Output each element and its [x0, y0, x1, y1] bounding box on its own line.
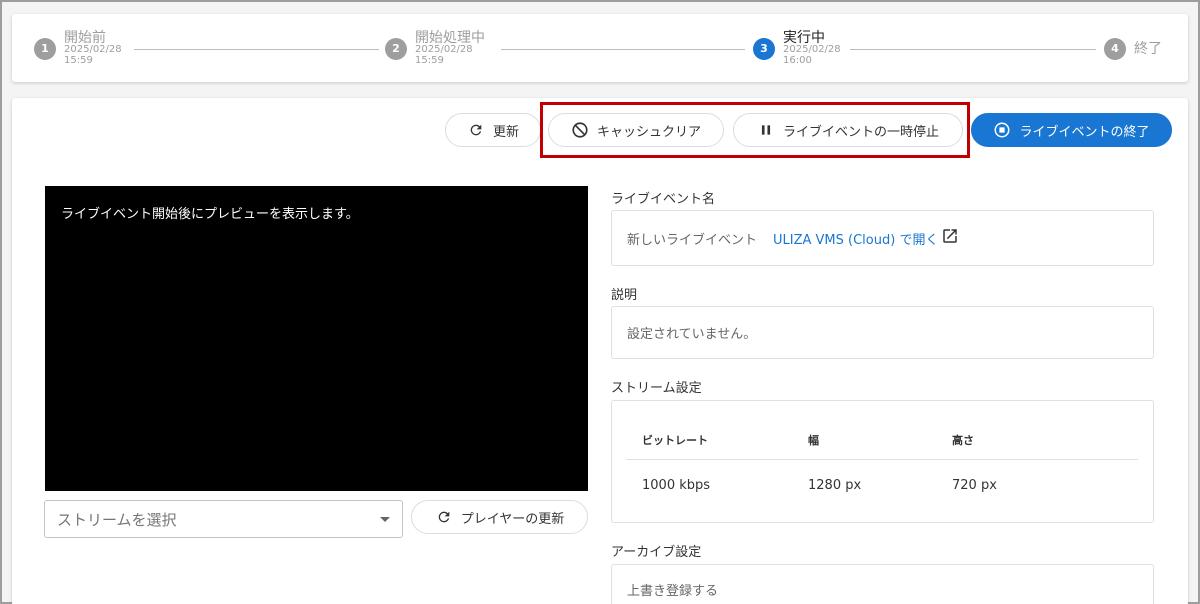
step-1-time: 15:59: [64, 55, 93, 66]
step-connector: [134, 49, 379, 50]
table-row: 1000 kbps 1280 px 720 px: [626, 460, 1138, 510]
step-4-label: 終了: [1134, 41, 1162, 57]
archive-settings-value: 上書き登録する: [627, 583, 719, 599]
progress-stepper: 1 開始前 2025/02/28 15:59 2 開始処理中 2025/02/2…: [12, 14, 1188, 82]
preview-message: ライブイベント開始後にプレビューを表示します。: [61, 207, 359, 222]
step-connector: [850, 49, 1096, 50]
stream-select-placeholder: ストリームを選択: [57, 510, 177, 529]
event-name-label: ライブイベント名: [611, 192, 716, 207]
description-value: 設定されていません。: [627, 327, 757, 342]
stream-settings-table: ビットレート 幅 高さ 1000 kbps 1280 px 720 px: [626, 420, 1138, 510]
open-in-vms-link-label: ULIZA VMS (Cloud) で開く: [773, 232, 939, 248]
step-4-number: 4: [1104, 38, 1126, 60]
player-refresh-button-label: プレイヤーの更新: [460, 511, 565, 527]
refresh-icon: [467, 121, 485, 139]
column-header-bitrate: ビットレート: [642, 433, 708, 447]
end-event-button-label: ライブイベントの終了: [1019, 124, 1150, 140]
end-event-button[interactable]: ライブイベントの終了: [971, 113, 1172, 147]
step-3-number: 3: [753, 38, 775, 60]
description-field: 設定されていません。: [611, 306, 1154, 359]
step-connector: [501, 49, 745, 50]
step-3-date: 2025/02/28: [783, 44, 841, 55]
highlight-annotation: [540, 102, 970, 158]
screenshot-frame: 1 開始前 2025/02/28 15:59 2 開始処理中 2025/02/2…: [0, 0, 1200, 604]
stream-select[interactable]: ストリームを選択: [44, 500, 403, 538]
cell-width: 1280 px: [808, 477, 862, 493]
cell-height: 720 px: [952, 477, 997, 493]
cell-bitrate: 1000 kbps: [642, 477, 711, 493]
chevron-down-icon: [380, 516, 390, 522]
step-2-date: 2025/02/28: [415, 44, 473, 55]
step-2-time: 15:59: [415, 55, 444, 66]
event-name-value: 新しいライブイベント: [627, 232, 758, 248]
open-in-new-icon: [941, 227, 959, 249]
stop-circle-icon: [993, 121, 1011, 139]
column-header-width: 幅: [808, 433, 819, 447]
archive-settings-field: 上書き登録する: [611, 564, 1154, 604]
step-2-number: 2: [385, 38, 407, 60]
event-name-field: 新しいライブイベント ULIZA VMS (Cloud) で開く: [611, 210, 1154, 266]
stream-settings-label: ストリーム設定: [611, 381, 702, 396]
player-refresh-button[interactable]: プレイヤーの更新: [411, 500, 588, 534]
refresh-icon: [435, 508, 453, 526]
step-1-date: 2025/02/28: [64, 44, 122, 55]
refresh-button-label: 更新: [492, 124, 519, 140]
step-3-time: 16:00: [783, 55, 812, 66]
column-header-height: 高さ: [952, 433, 974, 447]
archive-settings-label: アーカイブ設定: [611, 545, 702, 560]
table-header-row: ビットレート 幅 高さ: [626, 420, 1138, 460]
video-preview: ライブイベント開始後にプレビューを表示します。: [45, 186, 588, 491]
open-in-vms-link[interactable]: ULIZA VMS (Cloud) で開く: [773, 227, 959, 249]
refresh-button[interactable]: 更新: [445, 113, 541, 147]
step-1-number: 1: [34, 38, 56, 60]
description-label: 説明: [611, 288, 638, 303]
